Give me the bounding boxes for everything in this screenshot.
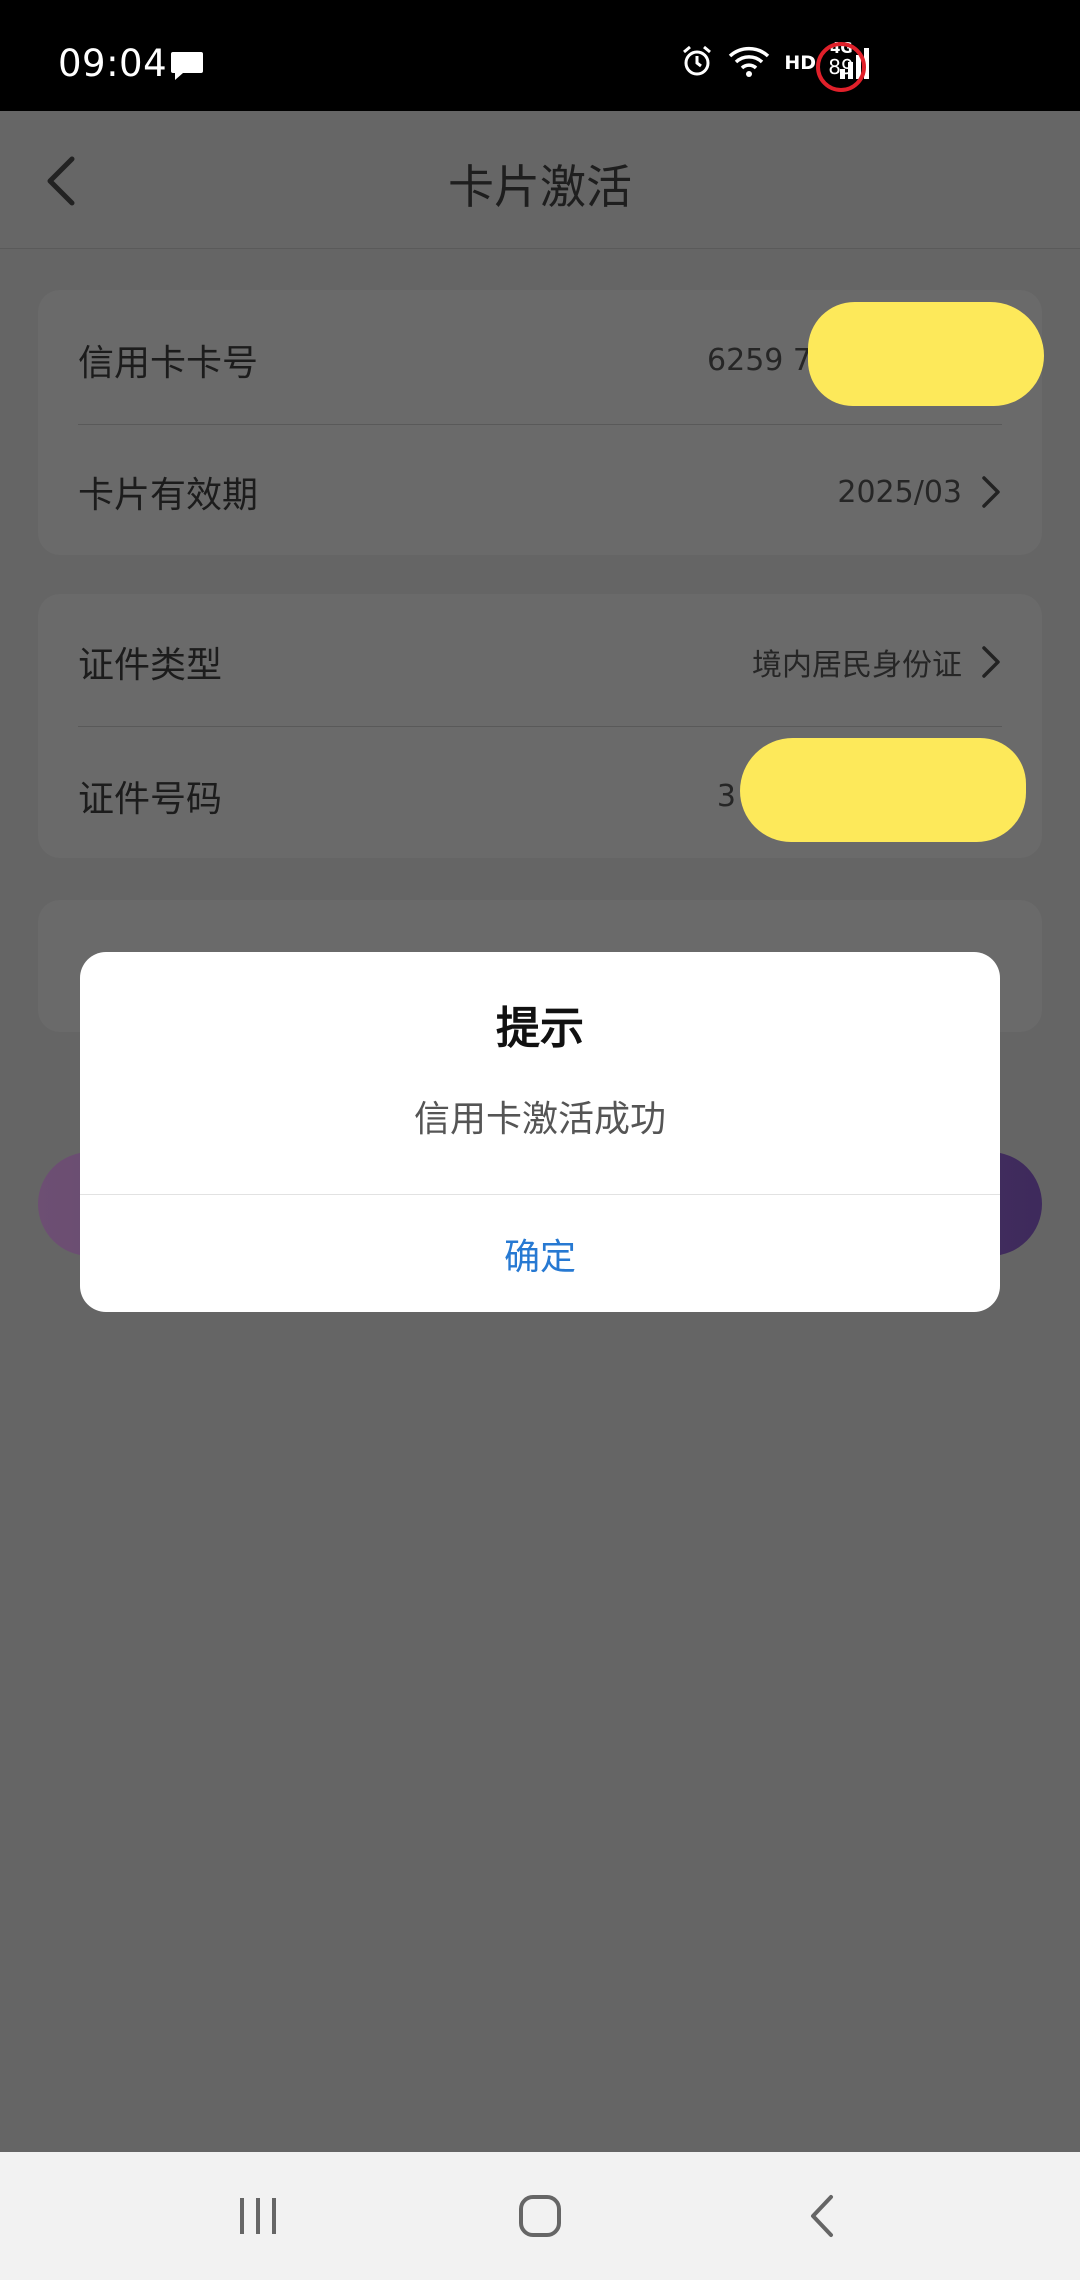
screen: 09:04 HD 4G 89 卡片激活 信用卡卡号 6259 7 卡片有效期 2… (0, 0, 1080, 2280)
id-type-label: 证件类型 (78, 645, 223, 686)
alarm-icon (680, 44, 714, 82)
id-type-row[interactable]: 证件类型 境内居民身份证 (78, 612, 1002, 712)
hd-label: HD (784, 52, 816, 74)
message-icon (170, 50, 204, 86)
confirm-button[interactable]: 确定 (80, 1195, 1000, 1312)
recent-apps-icon[interactable] (218, 2180, 298, 2252)
id-type-value: 境内居民身份证 (752, 648, 962, 683)
status-time: 09:04 (58, 42, 168, 85)
redaction-mark (808, 302, 1044, 406)
card-expiry-label: 卡片有效期 (78, 475, 259, 516)
redaction-mark (740, 738, 1026, 842)
id-type-value-group: 境内居民身份证 (752, 640, 1002, 684)
dialog-message: 信用卡激活成功 (413, 1099, 666, 1140)
card-number-label: 信用卡卡号 (78, 343, 259, 384)
card-expiry-row[interactable]: 卡片有效期 2025/03 (78, 442, 1002, 542)
page-title: 卡片激活 (448, 160, 632, 214)
back-icon[interactable] (782, 2180, 862, 2252)
status-bar: 09:04 HD 4G 89 (0, 0, 1080, 111)
id-number-label: 证件号码 (78, 779, 223, 820)
app-header: 卡片激活 (0, 111, 1080, 249)
chevron-right-icon (982, 646, 1000, 678)
battery-ring-icon: 89 (816, 42, 866, 92)
card-expiry-value-group: 2025/03 (837, 474, 1002, 510)
id-number-value: 3 (716, 778, 736, 814)
system-nav-bar (0, 2152, 1080, 2280)
home-icon[interactable] (500, 2180, 580, 2252)
hint-text-fragment (38, 1070, 78, 1114)
dialog-title: 提示 (496, 1003, 584, 1054)
card-expiry-value: 2025/03 (837, 474, 962, 510)
success-dialog: 提示 信用卡激活成功 确定 (80, 952, 1000, 1312)
row-divider (78, 424, 1002, 425)
card-number-value: 6259 7 (707, 342, 812, 378)
chevron-right-icon (982, 476, 1000, 508)
wifi-icon (728, 44, 770, 82)
row-divider (78, 726, 1002, 727)
